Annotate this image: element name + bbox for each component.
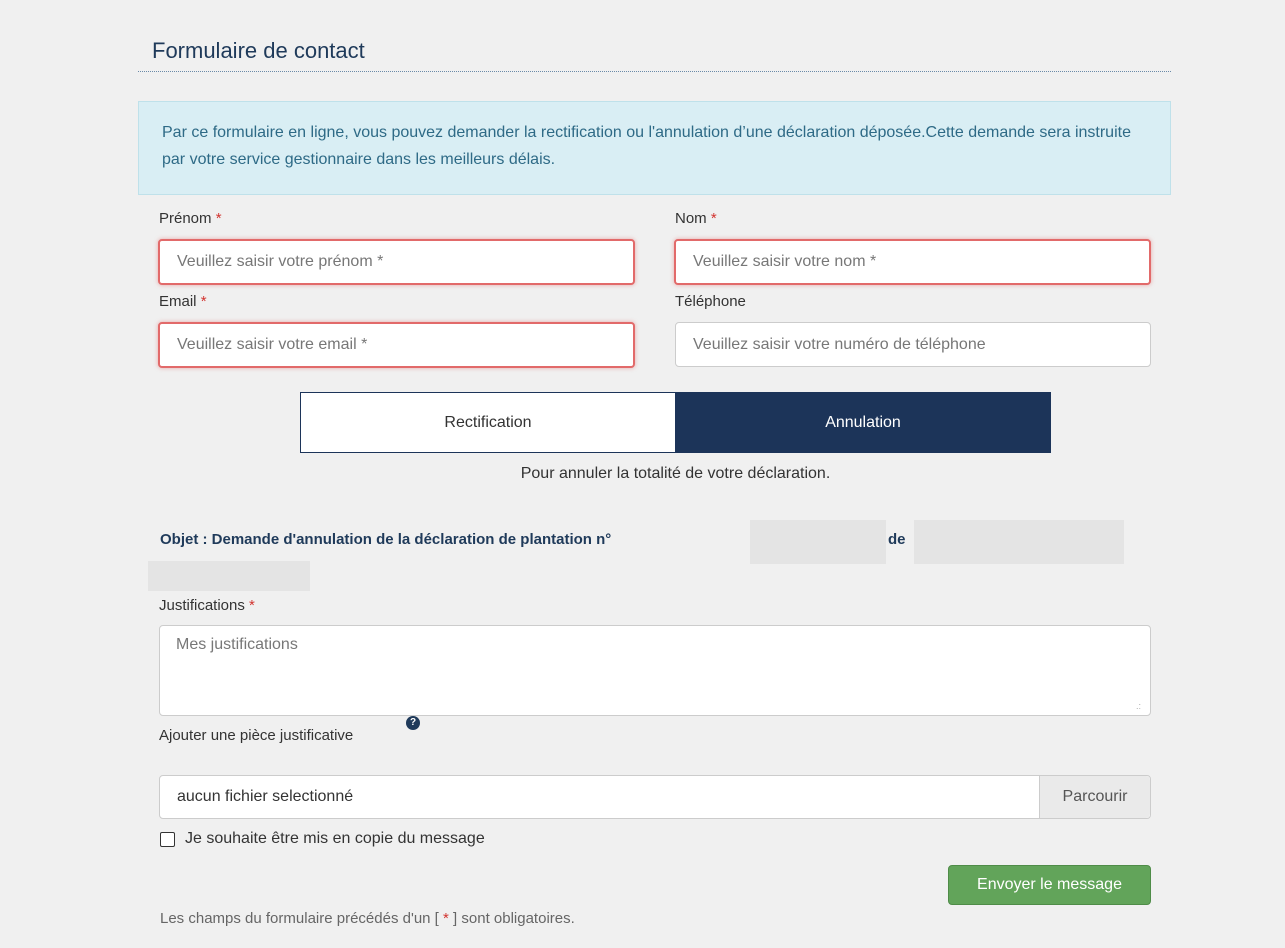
toggle-hint: Pour annuler la totalité de votre déclar…: [520, 465, 831, 482]
justifications-label: Justifications *: [159, 597, 255, 614]
info-text: Par ce formulaire en ligne, vous pouvez …: [162, 124, 1131, 168]
send-message-button[interactable]: Envoyer le message: [948, 865, 1151, 905]
attachment-label: Ajouter une pièce justificative: [159, 727, 354, 744]
footnote-text-before: Les champs du formulaire précédés d'un [: [160, 910, 439, 927]
required-fields-note: Les champs du formulaire précédés d'un […: [160, 910, 575, 927]
question-circle-icon[interactable]: ?: [406, 716, 420, 730]
justifications-textarea[interactable]: [159, 625, 1151, 716]
email-label: Email *: [159, 293, 207, 310]
copy-checkbox-row[interactable]: Je souhaite être mis en copie du message: [160, 830, 485, 848]
required-marker: *: [443, 910, 449, 927]
telephone-label: Téléphone: [675, 293, 746, 310]
prenom-label: Prénom *: [159, 210, 222, 227]
telephone-input[interactable]: [675, 322, 1151, 367]
copy-checkbox[interactable]: [160, 831, 175, 847]
prenom-label-text: Prénom: [159, 210, 212, 227]
redacted-date: [914, 520, 1124, 564]
annulation-toggle-button[interactable]: Annulation: [675, 392, 1051, 453]
info-alert: Par ce formulaire en ligne, vous pouvez …: [138, 101, 1171, 195]
telephone-label-text: Téléphone: [675, 293, 746, 310]
objet-text: Objet : Demande d'annulation de la décla…: [160, 531, 612, 548]
resize-grip-icon[interactable]: .:: [1136, 702, 1141, 711]
required-marker: *: [215, 210, 222, 227]
justifications-label-text: Justifications: [159, 597, 245, 614]
prenom-input[interactable]: [158, 239, 635, 285]
rectification-toggle-button[interactable]: Rectification: [300, 392, 675, 453]
required-marker: *: [200, 293, 207, 310]
footnote-text-after: ] sont obligatoires.: [453, 910, 575, 927]
title-divider: [138, 71, 1171, 72]
email-label-text: Email: [159, 293, 197, 310]
file-input-group: aucun fichier selectionné Parcourir: [159, 775, 1151, 819]
redacted-continuation: [148, 561, 310, 591]
selected-file-text[interactable]: aucun fichier selectionné: [160, 776, 1039, 818]
contact-form-page: Formulaire de contact Par ce formulaire …: [0, 0, 1285, 948]
required-marker: *: [249, 597, 255, 614]
nom-label-text: Nom: [675, 210, 707, 227]
nom-label: Nom *: [675, 210, 717, 227]
required-marker: *: [710, 210, 717, 227]
email-input[interactable]: [158, 322, 635, 368]
page-title: Formulaire de contact: [152, 38, 365, 63]
request-type-toggle: Rectification Annulation: [300, 392, 1051, 453]
redacted-declaration-number: [750, 520, 886, 564]
browse-button[interactable]: Parcourir: [1039, 776, 1150, 818]
nom-input[interactable]: [674, 239, 1151, 285]
copy-checkbox-label[interactable]: Je souhaite être mis en copie du message: [185, 830, 485, 848]
objet-connector: de: [888, 531, 906, 548]
